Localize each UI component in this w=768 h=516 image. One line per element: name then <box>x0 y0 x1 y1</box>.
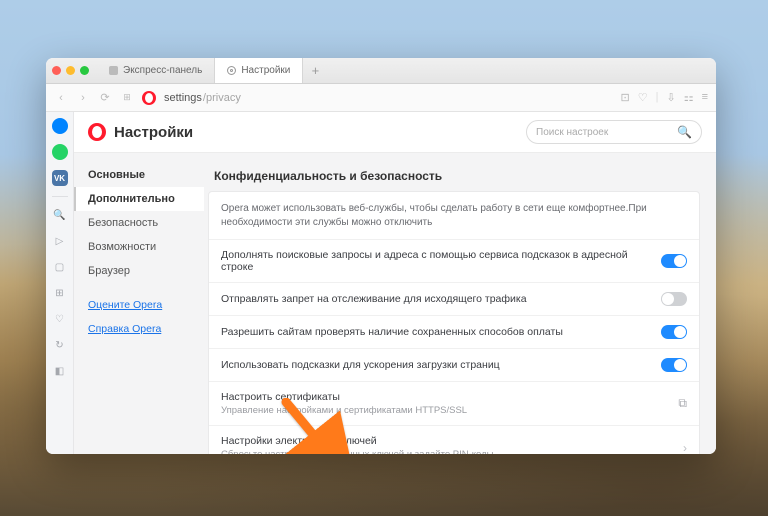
flow-side-icon[interactable]: ▷ <box>52 233 68 249</box>
sidebar-item-label: Безопасность <box>88 217 158 229</box>
row-do-not-track[interactable]: Отправлять запрет на отслеживание для ис… <box>209 282 699 315</box>
speed-dial-side-icon[interactable]: ⊞ <box>52 285 68 301</box>
tab-label: Экспресс-панель <box>123 65 202 76</box>
sidebar-link-label: Оцените Opera <box>88 299 162 311</box>
settings-search-input[interactable]: Поиск настроек 🔍 <box>526 120 702 144</box>
bookmark-icon[interactable]: ♡ <box>638 91 648 104</box>
separator: | <box>656 91 659 104</box>
download-icon[interactable]: ⇩ <box>666 91 675 104</box>
row-label: Настроить сертификаты <box>221 391 467 403</box>
sidebar-item-label: Браузер <box>88 265 130 277</box>
row-security-keys[interactable]: Настройки электронных ключей Сбросьте на… <box>209 425 699 454</box>
row-label: Разрешить сайтам проверять наличие сохра… <box>221 326 563 338</box>
opera-logo-icon <box>142 91 156 105</box>
vk-icon[interactable]: VK <box>52 170 68 186</box>
toggle-switch[interactable] <box>661 254 687 268</box>
whatsapp-icon[interactable] <box>52 144 68 160</box>
opera-logo-icon <box>88 123 106 141</box>
sidebar-item-security[interactable]: Безопасность <box>74 211 204 235</box>
separator <box>52 196 68 197</box>
address-bar-actions: ⊡ ♡ | ⇩ ⚏ ≡ <box>621 91 708 104</box>
sidebar-item-basic[interactable]: Основные <box>74 163 204 187</box>
row-payment-check[interactable]: Разрешить сайтам проверять наличие сохра… <box>209 315 699 348</box>
menu-icon[interactable]: ≡ <box>702 91 708 104</box>
window-close-button[interactable] <box>52 66 61 75</box>
shield-icon[interactable]: ⊡ <box>621 91 630 104</box>
toggle-switch[interactable] <box>661 292 687 306</box>
sidebar-item-label: Возможности <box>88 241 156 253</box>
messenger-icon[interactable] <box>52 118 68 134</box>
url-domain: settings <box>164 92 202 104</box>
home-button[interactable]: ⊞ <box>120 92 134 103</box>
settings-header: Настройки Поиск настроек 🔍 <box>74 112 716 153</box>
row-sublabel: Управление настройками и сертификатами H… <box>221 405 467 416</box>
row-label: Настройки электронных ключей <box>221 435 496 447</box>
easy-setup-icon[interactable]: ⚏ <box>684 91 694 104</box>
window-minimize-button[interactable] <box>66 66 75 75</box>
row-certificates[interactable]: Настроить сертификаты Управление настрой… <box>209 381 699 425</box>
url-path: /privacy <box>203 92 241 104</box>
new-tab-button[interactable]: + <box>303 58 327 83</box>
left-icon-bar: VK 🔍 ▷ ▢ ⊞ ♡ ↻ ◧ <box>46 112 74 454</box>
chevron-right-icon: › <box>683 441 687 455</box>
window-titlebar: Экспресс-панель Настройки + <box>46 58 716 84</box>
row-label: Дополнять поисковые запросы и адреса с п… <box>221 249 651 273</box>
sidebar-link-help[interactable]: Справка Opera <box>74 317 204 341</box>
tab-label: Настройки <box>241 65 290 76</box>
news-side-icon[interactable]: ▢ <box>52 259 68 275</box>
bookmarks-side-icon[interactable]: ♡ <box>52 311 68 327</box>
row-sublabel: Сбросьте настройки электронных ключей и … <box>221 449 496 454</box>
sidebar-item-browser[interactable]: Браузер <box>74 259 204 283</box>
settings-content: Конфиденциальность и безопасность Opera … <box>204 153 716 454</box>
window-zoom-button[interactable] <box>80 66 89 75</box>
sidebar-item-features[interactable]: Возможности <box>74 235 204 259</box>
sidebar-item-label: Основные <box>88 169 145 181</box>
sidebar-link-rate[interactable]: Оцените Opera <box>74 293 204 317</box>
extensions-side-icon[interactable]: ◧ <box>52 363 68 379</box>
row-autocomplete[interactable]: Дополнять поисковые запросы и адреса с п… <box>209 239 699 282</box>
browser-window: Экспресс-панель Настройки + ‹ › ⟳ ⊞ sett… <box>46 58 716 454</box>
nav-back-button[interactable]: ‹ <box>54 92 68 104</box>
toggle-switch[interactable] <box>661 358 687 372</box>
settings-page: Настройки Поиск настроек 🔍 Основные Допо… <box>74 112 716 454</box>
speed-dial-icon <box>109 66 118 75</box>
section-banner: Opera может использовать веб-службы, что… <box>209 192 699 239</box>
address-bar: ‹ › ⟳ ⊞ settings /privacy ⊡ ♡ | ⇩ ⚏ ≡ <box>46 84 716 112</box>
sidebar-item-label: Дополнительно <box>88 193 175 205</box>
section-title: Конфиденциальность и безопасность <box>208 165 700 191</box>
nav-forward-button[interactable]: › <box>76 92 90 104</box>
url-field[interactable]: settings /privacy <box>164 92 613 104</box>
window-controls <box>52 66 89 75</box>
sidebar-link-label: Справка Opera <box>88 323 161 335</box>
toggle-switch[interactable] <box>661 325 687 339</box>
search-placeholder: Поиск настроек <box>536 127 608 138</box>
tab-settings[interactable]: Настройки <box>215 58 303 83</box>
sidebar-item-advanced[interactable]: Дополнительно <box>74 187 204 211</box>
gear-icon <box>227 66 236 75</box>
tab-speed-dial[interactable]: Экспресс-панель <box>97 58 215 83</box>
search-side-icon[interactable]: 🔍 <box>52 207 68 223</box>
row-label: Использовать подсказки для ускорения заг… <box>221 359 500 371</box>
external-link-icon: ⧉ <box>678 396 687 411</box>
row-label: Отправлять запрет на отслеживание для ис… <box>221 293 527 305</box>
row-preload[interactable]: Использовать подсказки для ускорения заг… <box>209 348 699 381</box>
tab-strip: Экспресс-панель Настройки + <box>97 58 327 83</box>
search-icon: 🔍 <box>677 125 692 139</box>
reload-button[interactable]: ⟳ <box>98 91 112 104</box>
privacy-card: Opera может использовать веб-службы, что… <box>208 191 700 454</box>
history-side-icon[interactable]: ↻ <box>52 337 68 353</box>
desktop-wallpaper: Экспресс-панель Настройки + ‹ › ⟳ ⊞ sett… <box>0 0 768 516</box>
settings-sidebar: Основные Дополнительно Безопасность Возм… <box>74 153 204 454</box>
page-title: Настройки <box>114 124 193 141</box>
